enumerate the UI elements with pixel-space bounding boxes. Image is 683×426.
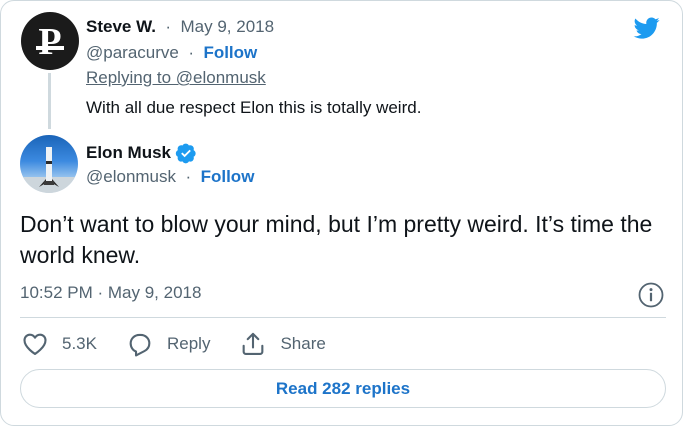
reply-label: Reply xyxy=(166,334,211,353)
main-author-handle[interactable]: @elonmusk xyxy=(86,167,176,186)
tweet-timestamp[interactable]: 10:52 PM · May 9, 2018 xyxy=(20,283,201,303)
replying-to-link[interactable]: Replying to @elonmusk xyxy=(86,68,266,88)
separator-dot: · xyxy=(180,167,196,186)
follow-button-elonmusk[interactable]: Follow xyxy=(201,167,255,186)
thread-connector-line xyxy=(48,73,51,129)
like-button[interactable]: 5.3K xyxy=(20,330,97,358)
parent-tweet-text: With all due respect Elon this is totall… xyxy=(86,98,422,117)
parent-tweet-date[interactable]: May 9, 2018 xyxy=(181,17,275,36)
main-author-row: Elon Musk xyxy=(86,142,197,164)
share-button[interactable]: Share xyxy=(238,330,326,358)
separator-dot: · xyxy=(160,17,176,36)
avatar-elon-musk[interactable] xyxy=(20,135,78,193)
reply-button[interactable]: Reply xyxy=(125,330,210,358)
parent-author-name[interactable]: Steve W. xyxy=(86,17,156,36)
avatar-letter: P xyxy=(38,21,61,63)
main-handle-row: @elonmusk · Follow xyxy=(86,167,254,187)
parent-author-handle[interactable]: @paracurve xyxy=(86,43,179,62)
like-count: 5.3K xyxy=(62,334,97,353)
heart-icon xyxy=(23,333,47,355)
main-author-name[interactable]: Elon Musk xyxy=(86,143,171,163)
parent-author-row: Steve W. · May 9, 2018 xyxy=(86,17,274,37)
read-replies-button[interactable]: Read 282 replies xyxy=(20,369,666,408)
parent-handle-row: @paracurve · Follow xyxy=(86,43,257,63)
twitter-logo-icon[interactable] xyxy=(632,15,662,41)
info-icon[interactable] xyxy=(637,281,665,309)
share-icon xyxy=(243,332,264,355)
reply-icon xyxy=(129,333,151,357)
avatar-steve-w[interactable]: P xyxy=(21,12,79,70)
share-label: Share xyxy=(280,334,326,353)
paracurve-logo-icon: P xyxy=(36,21,64,63)
tweet-embed-card: P Steve W. · May 9, 2018 @paracurve · Fo… xyxy=(0,0,683,426)
main-tweet-text: Don’t want to blow your mind, but I’m pr… xyxy=(20,211,653,268)
verified-badge-icon xyxy=(175,143,196,164)
rocket-photo-icon xyxy=(20,147,78,193)
follow-button-paracurve[interactable]: Follow xyxy=(203,43,257,62)
tweet-actions-bar: 5.3K Reply Share xyxy=(20,328,354,360)
divider xyxy=(20,317,666,318)
separator-dot: · xyxy=(183,43,199,62)
